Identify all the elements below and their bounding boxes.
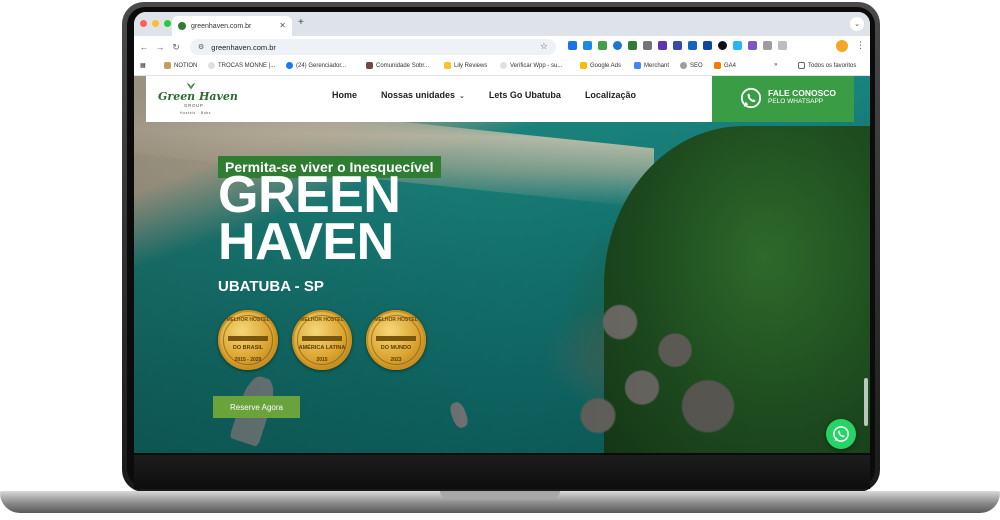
whatsapp-contact-button[interactable]: FALE CONOSCO PELO WHATSAPP — [712, 76, 854, 122]
cta-text: FALE CONOSCO PELO WHATSAPP — [768, 88, 837, 106]
hostelworld-ribbon — [228, 336, 268, 341]
side-panel-icon[interactable] — [778, 41, 787, 50]
bookmarks-bar: ▦ NOTION TROCAS MONNE |... (24) Gerencia… — [134, 58, 870, 76]
nav-nossas-unidades[interactable]: Nossas unidades ⌄ — [381, 90, 465, 100]
bookmark-favicon-icon — [500, 62, 507, 69]
new-tab-button[interactable]: + — [298, 17, 304, 28]
site-header: Green Haven GROUP Hostels · Bnbs Home No… — [146, 76, 712, 122]
back-icon[interactable]: ← — [136, 42, 152, 52]
profile-avatar[interactable] — [836, 40, 848, 52]
screen-bottom-bezel — [134, 455, 870, 489]
hero-title: GREEN HAVEN — [218, 166, 401, 271]
forward-icon[interactable]: → — [152, 42, 168, 52]
whatsapp-icon — [833, 426, 849, 442]
all-favorites-folder[interactable]: Todos os favoritos — [798, 62, 856, 69]
bookmark-gerenciador[interactable]: (24) Gerenciador... — [286, 62, 346, 69]
browser-window: greenhaven.com.br ✕ + ⌄ ← → ↻ ⚙ greenhav… — [134, 12, 870, 453]
bookmark-notion[interactable]: NOTION — [164, 62, 197, 69]
extension-triangle-icon[interactable] — [703, 41, 712, 50]
tab-strip: greenhaven.com.br ✕ + ⌄ — [134, 12, 870, 36]
hostelworld-ribbon — [376, 336, 416, 341]
star-icon — [444, 62, 451, 69]
extension-gear-icon[interactable] — [748, 41, 757, 50]
tab-greenhaven[interactable]: greenhaven.com.br ✕ — [172, 16, 292, 36]
reserve-now-button[interactable]: Reserve Agora — [213, 396, 300, 418]
extension-plus-icon[interactable] — [628, 41, 637, 50]
bookmark-verificar[interactable]: Verificar Wpp - su... — [500, 62, 562, 69]
meta-icon — [286, 62, 293, 69]
extension-grid-icon[interactable] — [643, 41, 652, 50]
extension-check-icon[interactable] — [598, 41, 607, 50]
whatsapp-icon — [740, 87, 762, 109]
address-url: greenhaven.com.br — [211, 42, 276, 52]
extension-translate-icon[interactable] — [568, 41, 577, 50]
maximize-window-icon[interactable] — [164, 20, 171, 27]
address-bar[interactable]: ⚙ greenhaven.com.br ☆ — [190, 39, 556, 55]
extension-v-icon[interactable] — [583, 41, 592, 50]
bookmark-favicon-icon — [680, 62, 687, 69]
bookmark-star-icon[interactable]: ☆ — [540, 41, 548, 52]
bookmark-seo[interactable]: SEO — [680, 62, 703, 69]
bookmark-favicon-icon — [164, 62, 171, 69]
merchant-icon — [634, 62, 641, 69]
analytics-icon — [714, 62, 721, 69]
extension-circle-icon[interactable] — [718, 41, 727, 50]
window-controls — [140, 20, 171, 27]
close-tab-icon[interactable]: ✕ — [279, 21, 286, 30]
minimize-window-icon[interactable] — [152, 20, 159, 27]
site-info-icon[interactable]: ⚙ — [198, 43, 204, 51]
award-medal-mundo: MELHOR HOSTEL DO MUNDO 2023 — [366, 310, 426, 370]
award-medal-brasil: MELHOR HOSTEL DO BRASIL 2015 - 2020 — [218, 310, 278, 370]
page-scrollbar[interactable] — [864, 378, 868, 426]
laptop-notch — [440, 491, 560, 499]
apps-grid-icon[interactable]: ▦ — [140, 62, 146, 69]
site-favicon-icon — [178, 22, 186, 30]
extensions-area — [568, 41, 787, 50]
award-medals: MELHOR HOSTEL DO BRASIL 2015 - 2020 MELH… — [218, 310, 426, 370]
nav-localizacao[interactable]: Localização — [585, 90, 636, 100]
extension-box-icon[interactable] — [658, 41, 667, 50]
extension-tag-icon[interactable] — [733, 41, 742, 50]
browser-toolbar: ← → ↻ ⚙ greenhaven.com.br ☆ ⋮ — [134, 36, 870, 58]
nav-lets-go-ubatuba[interactable]: Lets Go Ubatuba — [489, 90, 561, 100]
whatsapp-floating-button[interactable] — [826, 419, 856, 449]
laptop-mockup: greenhaven.com.br ✕ + ⌄ ← → ↻ ⚙ greenhav… — [0, 0, 1000, 520]
folder-icon — [798, 62, 805, 69]
site-logo[interactable]: Green Haven GROUP Hostels · Bnbs — [158, 82, 238, 118]
hero-location: UBATUBA - SP — [218, 278, 324, 295]
browser-menu-icon[interactable]: ⋮ — [856, 40, 865, 51]
bookmarks-more-button[interactable]: » — [774, 62, 777, 68]
web-page: Green Haven GROUP Hostels · Bnbs Home No… — [134, 76, 870, 453]
chevron-down-icon: ⌄ — [459, 93, 465, 100]
extensions-puzzle-icon[interactable] — [763, 41, 772, 50]
bookmark-lily[interactable]: Lily Reviews — [444, 62, 487, 69]
bookmark-favicon-icon — [366, 62, 373, 69]
extension-diamond-icon[interactable] — [688, 41, 697, 50]
bookmark-comunidade[interactable]: Comunidade Sobr... — [366, 62, 429, 69]
hostelworld-ribbon — [302, 336, 342, 341]
reload-icon[interactable]: ↻ — [168, 42, 184, 53]
bookmark-merchant[interactable]: Merchant — [634, 62, 669, 69]
award-medal-america-latina: MELHOR HOSTEL AMÉRICA LATINA 2015 — [292, 310, 352, 370]
bookmark-favicon-icon — [208, 62, 215, 69]
extension-u-icon[interactable] — [673, 41, 682, 50]
tab-title: greenhaven.com.br — [191, 22, 252, 30]
bookmark-ga4[interactable]: GA4 — [714, 62, 736, 69]
google-ads-icon — [580, 62, 587, 69]
close-window-icon[interactable] — [140, 20, 147, 27]
main-nav: Home Nossas unidades ⌄ Lets Go Ubatuba Lo… — [332, 90, 636, 100]
bookmark-google-ads[interactable]: Google Ads — [580, 62, 621, 69]
nav-home[interactable]: Home — [332, 90, 357, 100]
bookmark-trocas[interactable]: TROCAS MONNE |... — [208, 62, 275, 69]
extension-chat-icon[interactable] — [613, 41, 622, 50]
tab-search-icon[interactable]: ⌄ — [850, 17, 864, 31]
